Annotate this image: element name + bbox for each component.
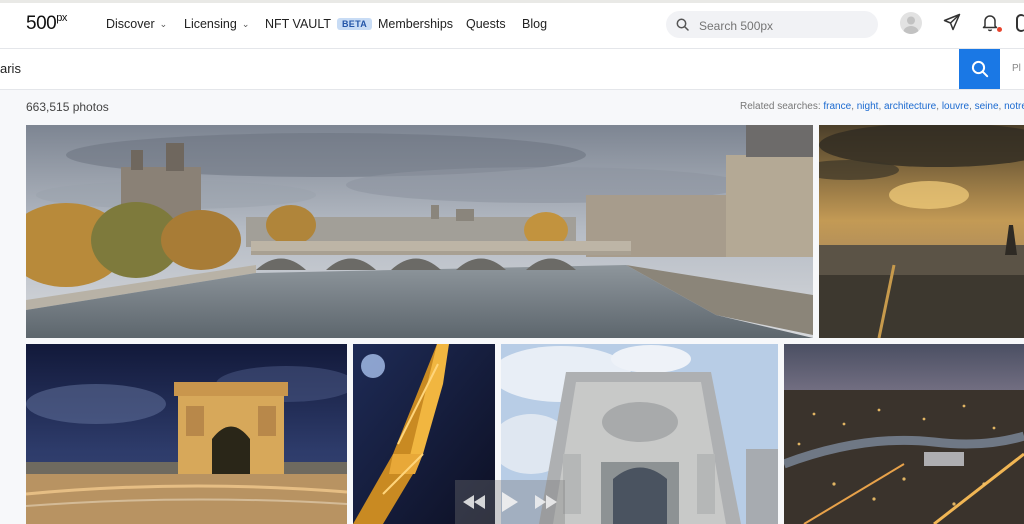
top-nav: 500px Discover ⌄ Licensing ⌄ NFT VAULT B… <box>0 0 1024 49</box>
notification-dot <box>997 27 1002 32</box>
filter-label-cut[interactable]: Pl <box>1012 63 1021 74</box>
play-icon[interactable] <box>501 492 518 512</box>
search-button[interactable] <box>959 49 1000 89</box>
moon-icon[interactable] <box>1016 14 1024 32</box>
nav-item-label: Memberships <box>378 17 454 31</box>
nav-item-discover[interactable]: Discover ⌄ <box>106 0 167 48</box>
related-link-night[interactable]: night <box>857 101 879 112</box>
related-link-architecture[interactable]: architecture <box>884 101 936 112</box>
search-bar: Pl <box>0 49 1024 90</box>
photo-paris-sunset[interactable] <box>819 125 1024 338</box>
nav-item-label: Blog <box>522 17 548 31</box>
nav-search-input[interactable] <box>697 17 871 34</box>
nav-search-box[interactable] <box>666 11 878 38</box>
nav-item-label: Licensing <box>184 17 237 31</box>
search-query-input[interactable] <box>0 61 900 76</box>
result-count: 663,515 photos <box>26 100 109 114</box>
nav-item-licensing[interactable]: Licensing ⌄ <box>184 0 249 48</box>
photo-arc-de-triomphe[interactable] <box>26 344 347 524</box>
related-link-notre-dame[interactable]: notre-c <box>1004 101 1024 112</box>
beta-badge: BETA <box>336 18 373 30</box>
forward-icon[interactable] <box>534 495 557 509</box>
search-icon <box>971 60 988 78</box>
photo-image <box>26 344 347 524</box>
logo-text: 500 <box>26 13 57 34</box>
related-link-seine[interactable]: seine <box>975 101 999 112</box>
search-icon <box>676 18 689 31</box>
chevron-down-icon: ⌄ <box>241 18 250 29</box>
nav-item-blog[interactable]: Blog <box>522 0 547 48</box>
related-label: Related searches: <box>740 101 821 112</box>
photo-image <box>784 344 1024 524</box>
photo-seine-panorama[interactable] <box>26 125 813 338</box>
photo-image <box>819 125 1024 338</box>
photo-image <box>26 125 813 338</box>
nav-item-quests[interactable]: Quests <box>466 0 506 48</box>
logo-sup: px <box>56 12 67 24</box>
nav-item-nft-vault[interactable]: NFT VAULT BETA <box>265 0 373 48</box>
send-icon[interactable] <box>943 13 961 31</box>
avatar[interactable] <box>900 12 922 34</box>
user-icon <box>903 16 919 34</box>
chevron-down-icon: ⌄ <box>159 18 168 29</box>
nav-item-label: NFT VAULT <box>265 17 331 31</box>
nav-item-memberships[interactable]: Memberships <box>378 0 453 48</box>
photo-paris-city-lights[interactable] <box>784 344 1024 524</box>
logo-500px[interactable]: 500px <box>26 12 67 35</box>
nav-item-label: Discover <box>106 17 155 31</box>
video-controls <box>455 480 565 524</box>
rewind-icon[interactable] <box>463 495 486 509</box>
nav-item-label: Quests <box>466 17 506 31</box>
related-link-france[interactable]: france <box>823 101 851 112</box>
related-link-louvre[interactable]: louvre <box>942 101 969 112</box>
related-searches: Related searches: france, night, archite… <box>740 101 1024 112</box>
